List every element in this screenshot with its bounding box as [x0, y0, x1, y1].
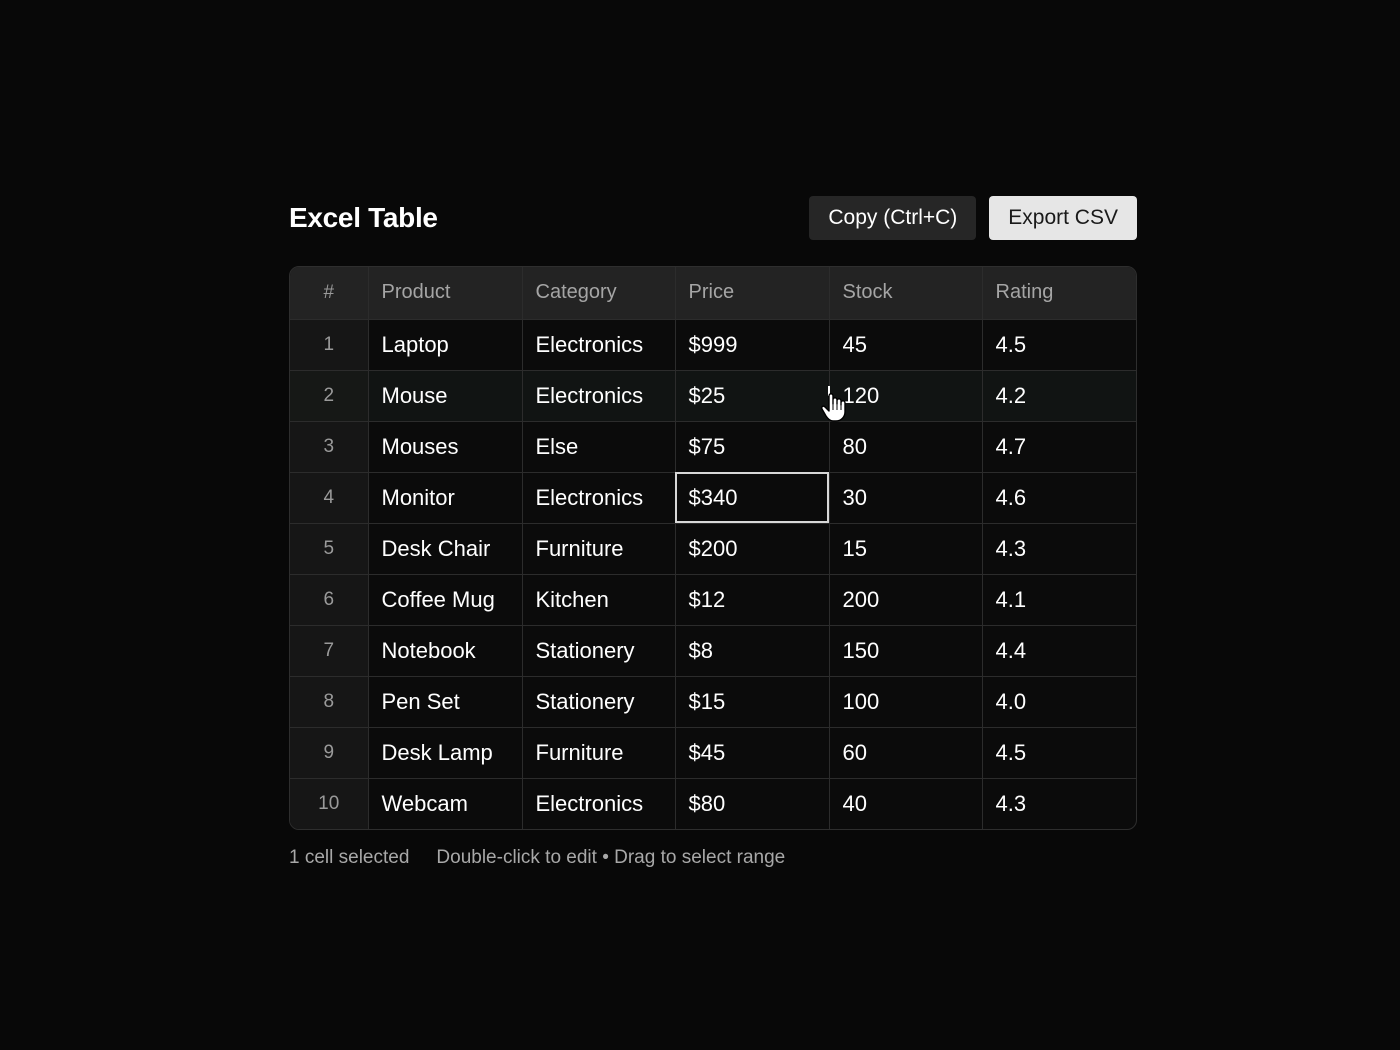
- cell-rating[interactable]: 4.5: [982, 319, 1136, 371]
- table-row[interactable]: 2 Mouse Electronics $25 120 4.2: [290, 370, 1136, 422]
- table-row[interactable]: 3 Mouses Else $75 80 4.7: [290, 421, 1136, 473]
- cell-category[interactable]: Electronics: [522, 778, 676, 829]
- cell-price[interactable]: $340: [675, 472, 830, 524]
- cell-price[interactable]: $80: [675, 778, 830, 829]
- cell-stock[interactable]: 15: [829, 523, 983, 575]
- cell-rating[interactable]: 4.5: [982, 727, 1136, 779]
- cell-product[interactable]: Laptop: [368, 319, 523, 371]
- cell-stock[interactable]: 200: [829, 574, 983, 626]
- cell-stock[interactable]: 60: [829, 727, 983, 779]
- cell-product[interactable]: Mouse: [368, 370, 523, 422]
- cell-category[interactable]: Furniture: [522, 523, 676, 575]
- cell-product[interactable]: Mouses: [368, 421, 523, 473]
- data-table-container: # Product Category Price Stock Rating 1L…: [289, 266, 1137, 830]
- panel-header: Excel Table Copy (Ctrl+C) Export CSV: [289, 196, 1137, 240]
- export-csv-button[interactable]: Export CSV: [989, 196, 1137, 240]
- table-row[interactable]: 4 Monitor Electronics $340 30 4.6: [290, 472, 1136, 524]
- column-header-price[interactable]: Price: [675, 267, 830, 320]
- copy-button[interactable]: Copy (Ctrl+C): [809, 196, 977, 240]
- cell-price[interactable]: $999: [675, 319, 830, 371]
- cell-index[interactable]: 5: [290, 523, 369, 575]
- table-row[interactable]: 1 Laptop Electronics $999 45 4.5: [290, 319, 1136, 371]
- cell-category[interactable]: Electronics: [522, 472, 676, 524]
- toolbar: Copy (Ctrl+C) Export CSV: [809, 196, 1137, 240]
- table-row[interactable]: 9 Desk Lamp Furniture $45 60 4.5: [290, 727, 1136, 779]
- column-header-index[interactable]: #: [290, 267, 369, 320]
- cell-stock[interactable]: 45: [829, 319, 983, 371]
- cell-index[interactable]: 8: [290, 676, 369, 728]
- cell-product[interactable]: Pen Set: [368, 676, 523, 728]
- cell-index[interactable]: 9: [290, 727, 369, 779]
- cell-index[interactable]: 7: [290, 625, 369, 677]
- cell-index[interactable]: 3: [290, 421, 369, 473]
- cell-index[interactable]: 2: [290, 370, 369, 422]
- column-header-rating[interactable]: Rating: [982, 267, 1136, 320]
- selection-status: 1 cell selected: [289, 847, 410, 868]
- column-header-product[interactable]: Product: [368, 267, 523, 320]
- cell-product[interactable]: Webcam: [368, 778, 523, 829]
- cell-price[interactable]: $15: [675, 676, 830, 728]
- cell-rating[interactable]: 4.6: [982, 472, 1136, 524]
- cell-category[interactable]: Electronics: [522, 370, 676, 422]
- cell-index[interactable]: 1: [290, 319, 369, 371]
- cell-index[interactable]: 6: [290, 574, 369, 626]
- cell-category[interactable]: Else: [522, 421, 676, 473]
- cell-stock[interactable]: 100: [829, 676, 983, 728]
- cell-rating[interactable]: 4.0: [982, 676, 1136, 728]
- cell-rating[interactable]: 4.1: [982, 574, 1136, 626]
- table-row[interactable]: 7 Notebook Stationery $8 150 4.4: [290, 625, 1136, 677]
- cell-rating[interactable]: 4.2: [982, 370, 1136, 422]
- table-row[interactable]: 8 Pen Set Stationery $15 100 4.0: [290, 676, 1136, 728]
- cell-stock[interactable]: 40: [829, 778, 983, 829]
- cell-price[interactable]: $45: [675, 727, 830, 779]
- cell-index[interactable]: 10: [290, 778, 369, 829]
- column-header-stock[interactable]: Stock: [829, 267, 983, 320]
- cell-price[interactable]: $8: [675, 625, 830, 677]
- cell-product[interactable]: Coffee Mug: [368, 574, 523, 626]
- cell-price[interactable]: $75: [675, 421, 830, 473]
- cell-stock[interactable]: 150: [829, 625, 983, 677]
- cell-rating[interactable]: 4.4: [982, 625, 1136, 677]
- cell-category[interactable]: Kitchen: [522, 574, 676, 626]
- cell-price[interactable]: $200: [675, 523, 830, 575]
- cell-category[interactable]: Stationery: [522, 625, 676, 677]
- column-header-category[interactable]: Category: [522, 267, 676, 320]
- cell-category[interactable]: Stationery: [522, 676, 676, 728]
- hand-pointer-icon: [821, 386, 846, 422]
- table-body: 1 Laptop Electronics $999 45 4.5 2 Mouse Electro…: [290, 319, 1136, 829]
- page-title: Excel Table: [289, 202, 438, 233]
- excel-table-panel: Excel Table Copy (Ctrl+C) Export CSV # P…: [289, 196, 1137, 869]
- table-row[interactable]: 5 Desk Chair Furniture $200 15 4.3: [290, 523, 1136, 575]
- data-table: # Product Category Price Stock Rating 1L…: [290, 267, 1136, 829]
- cell-product[interactable]: Notebook: [368, 625, 523, 677]
- cell-rating[interactable]: 4.7: [982, 421, 1136, 473]
- table-row[interactable]: 6 Coffee Mug Kitchen $12 200 4.1: [290, 574, 1136, 626]
- cell-stock[interactable]: 30: [829, 472, 983, 524]
- cell-rating[interactable]: 4.3: [982, 523, 1136, 575]
- cell-index[interactable]: 4: [290, 472, 369, 524]
- cell-price[interactable]: $25: [675, 370, 830, 422]
- help-hint: Double-click to edit • Drag to select ra…: [436, 847, 786, 868]
- cell-price[interactable]: $12: [675, 574, 830, 626]
- cell-stock[interactable]: 80: [829, 421, 983, 473]
- header-row: # Product Category Price Stock Rating: [290, 267, 1136, 320]
- cell-product[interactable]: Desk Chair: [368, 523, 523, 575]
- cell-rating[interactable]: 4.3: [982, 778, 1136, 829]
- table-row[interactable]: 10 Webcam Electronics $80 40 4.3: [290, 778, 1136, 829]
- cell-category[interactable]: Furniture: [522, 727, 676, 779]
- cell-product[interactable]: Monitor: [368, 472, 523, 524]
- status-bar: 1 cell selected Double-click to edit • D…: [289, 847, 1137, 869]
- cell-stock[interactable]: 120: [829, 370, 983, 422]
- cell-product[interactable]: Desk Lamp: [368, 727, 523, 779]
- cell-category[interactable]: Electronics: [522, 319, 676, 371]
